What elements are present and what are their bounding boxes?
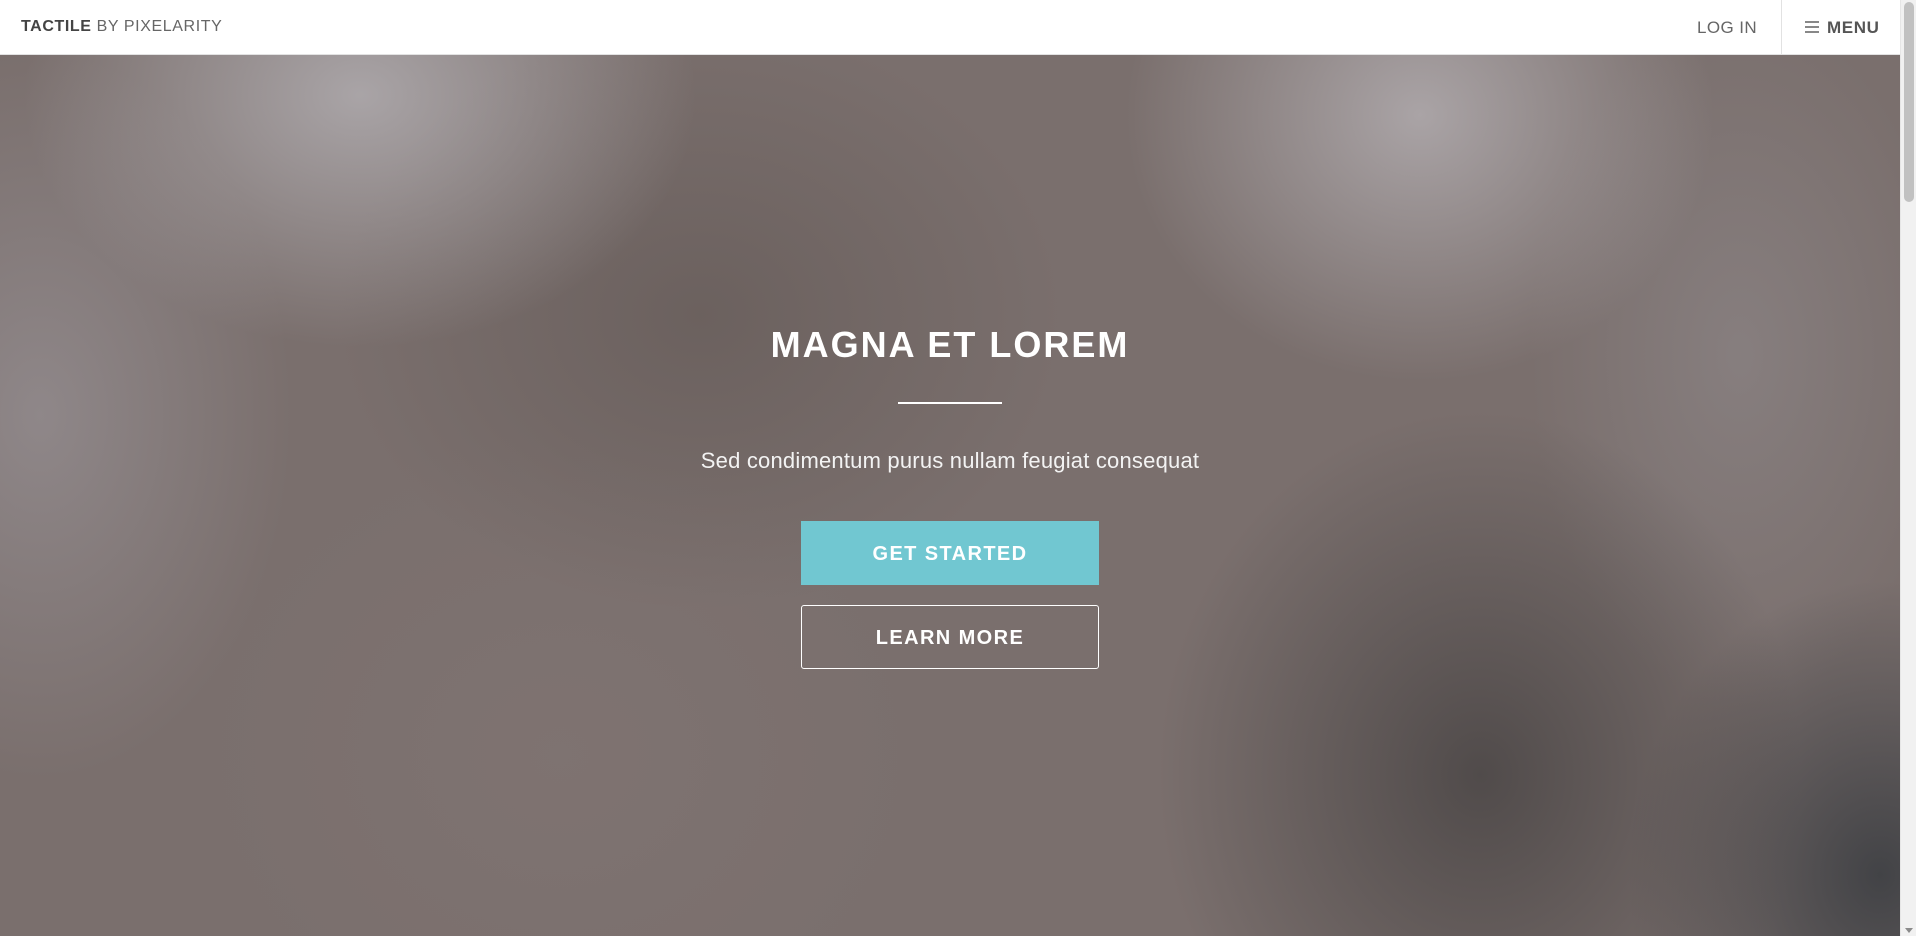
login-link[interactable]: LOG IN xyxy=(1697,18,1757,38)
hero-divider xyxy=(898,402,1002,404)
hero-banner: MAGNA ET LOREM Sed condimentum purus nul… xyxy=(0,55,1900,936)
menu-button[interactable]: MENU xyxy=(1781,0,1900,55)
hero-title: MAGNA ET LOREM xyxy=(770,324,1130,365)
scroll-down-arrow-icon[interactable] xyxy=(1905,928,1913,933)
logo-suffix: BY PIXELARITY xyxy=(96,18,223,35)
learn-more-button[interactable]: LEARN MORE xyxy=(801,605,1099,669)
page-scrollbar[interactable] xyxy=(1900,0,1916,936)
menu-label: MENU xyxy=(1827,18,1880,37)
site-logo[interactable]: TACTILE BY PIXELARITY xyxy=(21,18,222,36)
get-started-button[interactable]: GET STARTED xyxy=(801,521,1099,585)
hero-subtitle: Sed condimentum purus nullam feugiat con… xyxy=(700,448,1200,473)
scrollbar-thumb[interactable] xyxy=(1904,2,1914,202)
page: TACTILE BY PIXELARITY LOG IN MENU MAGNA … xyxy=(0,0,1916,936)
hamburger-icon xyxy=(1805,21,1819,33)
logo-brand: TACTILE xyxy=(21,18,92,35)
site-header: TACTILE BY PIXELARITY LOG IN MENU xyxy=(0,0,1900,55)
